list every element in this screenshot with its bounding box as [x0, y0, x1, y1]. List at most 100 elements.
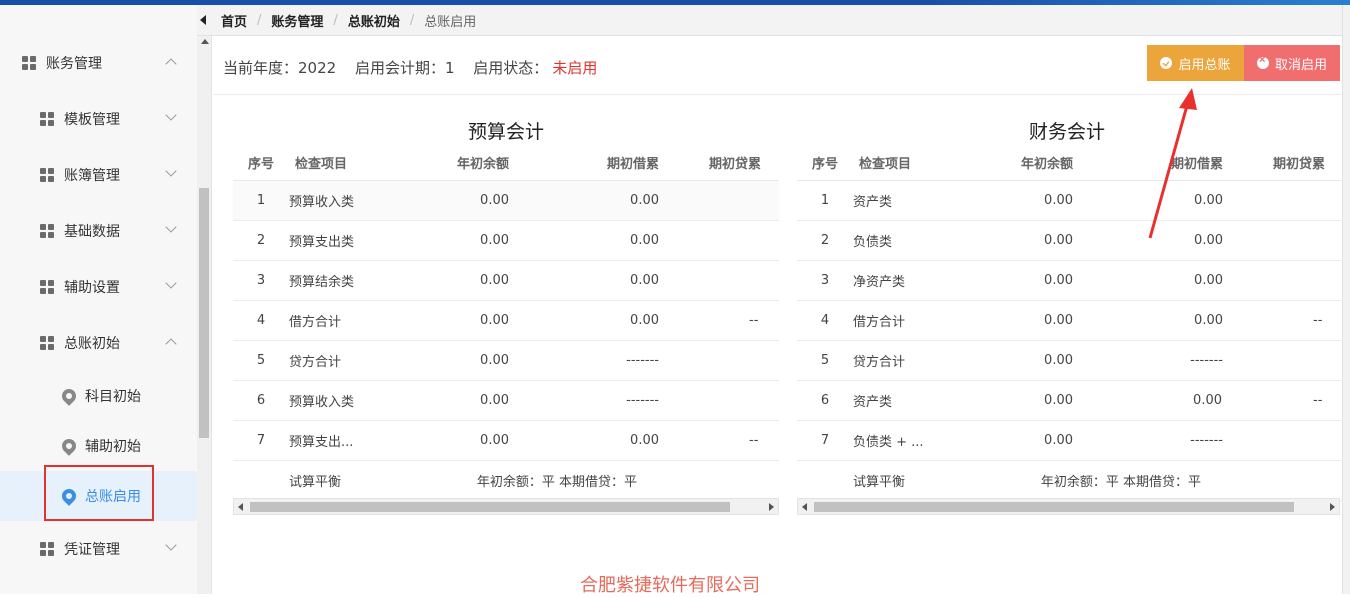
table-row[interactable]: 2 负债类 0.00 0.00	[797, 220, 1343, 261]
table-row[interactable]: 7 预算支出... 0.00 0.00 --	[233, 420, 779, 461]
table-row[interactable]: 1 预算收入类 0.00 0.00	[233, 180, 779, 221]
table-row[interactable]: 3 净资产类 0.00 0.00	[797, 260, 1343, 301]
scroll-up-arrow-icon[interactable]	[201, 39, 209, 44]
row-debit: 0.00	[1073, 300, 1223, 341]
scrollbar-thumb[interactable]	[814, 502, 1294, 512]
grid-icon	[22, 56, 36, 70]
breadcrumb-accounting[interactable]: 账务管理	[271, 11, 323, 30]
breadcrumb-home[interactable]: 首页	[221, 11, 247, 30]
sidebar-item-aux-settings[interactable]: 辅助设置	[0, 262, 197, 312]
row-open: 0.00	[409, 260, 509, 301]
sidebar-item-label: 辅助初始	[85, 439, 141, 455]
row-no: 5	[233, 340, 289, 381]
column-header: 序号	[233, 146, 289, 181]
balance-row: 试算平衡 年初余额：平 本期借贷：平	[797, 460, 1343, 501]
company-watermark: 合肥紫捷软件有限公司	[580, 575, 760, 596]
column-header: 期初贷累	[1223, 146, 1343, 181]
breadcrumb-separator: /	[257, 12, 262, 28]
row-debit: 0.00	[509, 220, 659, 261]
row-item: 预算收入类	[289, 180, 409, 221]
row-no: 3	[233, 260, 289, 301]
row-no: 2	[233, 220, 289, 261]
row-credit	[1223, 180, 1343, 221]
row-open: 0.00	[409, 220, 509, 261]
location-pin-icon	[59, 386, 79, 406]
grid-icon	[40, 168, 54, 182]
enable-ledger-label: 启用总账	[1178, 56, 1231, 72]
sidebar-item-ledger-init[interactable]: 总账初始	[0, 318, 197, 368]
finance-check-table: 序号 检查项目 年初余额 期初借累 期初贷累 1 资产类 0.00 0.00 2 负债类…	[797, 146, 1343, 501]
row-debit: 0.00	[509, 300, 659, 341]
row-credit	[659, 380, 779, 421]
sidebar-item-accounting[interactable]: 账务管理	[0, 38, 197, 88]
row-open: 0.00	[973, 220, 1073, 261]
sidebar-item-label: 凭证管理	[64, 542, 120, 558]
row-debit: -------	[1073, 420, 1223, 461]
table-row[interactable]: 5 贷方合计 0.00 -------	[797, 340, 1343, 381]
collapse-sidebar-icon[interactable]	[200, 15, 206, 25]
row-item: 借方合计	[853, 300, 973, 341]
row-item: 预算结余类	[289, 260, 409, 301]
grid-icon	[40, 280, 54, 294]
sidebar-item-vouchers[interactable]: 凭证管理	[0, 524, 197, 574]
scroll-right-arrow-icon[interactable]	[1330, 503, 1335, 511]
scroll-left-arrow-icon[interactable]	[238, 503, 243, 511]
panel-title: 财务会计	[1029, 121, 1106, 143]
row-no: 2	[797, 220, 853, 261]
row-credit	[1223, 220, 1343, 261]
table-row[interactable]: 4 借方合计 0.00 0.00 --	[797, 300, 1343, 341]
table-row[interactable]: 3 预算结余类 0.00 0.00	[233, 260, 779, 301]
table-row[interactable]: 1 资产类 0.00 0.00	[797, 180, 1343, 221]
row-item: 预算支出...	[289, 420, 409, 461]
balance-result: 年初余额：平 本期借贷：平	[973, 460, 1223, 501]
sidebar-item-subject-init[interactable]: 科目初始	[0, 371, 197, 421]
sidebar-item-aux-init[interactable]: 辅助初始	[0, 421, 197, 471]
sidebar-item-basic-data[interactable]: 基础数据	[0, 206, 197, 256]
cancel-enable-label: 取消启用	[1274, 56, 1327, 72]
column-header: 检查项目	[289, 146, 409, 181]
table-row[interactable]: 5 贷方合计 0.00 -------	[233, 340, 779, 381]
row-open: 0.00	[973, 300, 1073, 341]
row-credit	[659, 220, 779, 261]
row-item: 负债类	[853, 220, 973, 261]
scrollbar-thumb[interactable]	[250, 502, 730, 512]
page-scrollbar[interactable]	[1342, 5, 1350, 594]
chevron-down-icon	[165, 221, 177, 233]
table-row[interactable]: 7 负债类 + ... 0.00 -------	[797, 420, 1343, 461]
sidebar-scrollbar[interactable]	[197, 5, 212, 594]
current-year: 当前年度：2022	[223, 59, 337, 77]
breadcrumb-separator: /	[409, 12, 415, 28]
chevron-up-icon	[165, 338, 177, 350]
cancel-enable-button[interactable]: 取消启用	[1244, 45, 1340, 81]
row-open: 0.00	[409, 380, 509, 421]
column-header: 期初借累	[509, 146, 659, 181]
sidebar-item-ledgers[interactable]: 账簿管理	[0, 150, 197, 200]
row-open: 0.00	[973, 340, 1073, 381]
scroll-right-arrow-icon[interactable]	[769, 503, 774, 511]
row-item: 预算支出类	[289, 220, 409, 261]
horizontal-scrollbar[interactable]	[797, 498, 1340, 515]
row-debit: 0.00	[1073, 260, 1223, 301]
sidebar-item-label: 辅助设置	[64, 280, 120, 296]
horizontal-scrollbar[interactable]	[233, 498, 779, 515]
table-row[interactable]: 2 预算支出类 0.00 0.00	[233, 220, 779, 261]
breadcrumb-ledger-init[interactable]: 总账初始	[348, 11, 400, 30]
row-item: 预算收入类	[289, 380, 409, 421]
sidebar-item-label: 模板管理	[64, 112, 120, 128]
balance-row: 试算平衡 年初余额：平 本期借贷：平	[233, 460, 779, 501]
grid-icon	[40, 224, 54, 238]
balance-result: 年初余额：平 本期借贷：平	[409, 460, 659, 501]
table-row[interactable]: 6 预算收入类 0.00 -------	[233, 380, 779, 421]
row-no: 7	[233, 420, 289, 461]
scrollbar-thumb[interactable]	[199, 188, 209, 438]
row-debit: -------	[509, 340, 659, 381]
table-row[interactable]: 6 资产类 0.00 0.00 --	[797, 380, 1343, 421]
scroll-left-arrow-icon[interactable]	[802, 503, 807, 511]
chevron-up-icon	[165, 58, 177, 70]
status-text: 当前年度：2022 启用会计期：1 启用状态： 未启用	[223, 57, 611, 78]
row-open: 0.00	[409, 340, 509, 381]
row-no: 1	[233, 180, 289, 221]
table-row[interactable]: 4 借方合计 0.00 0.00 --	[233, 300, 779, 341]
enable-ledger-button[interactable]: 启用总账	[1147, 45, 1244, 81]
sidebar-item-templates[interactable]: 模板管理	[0, 94, 197, 144]
